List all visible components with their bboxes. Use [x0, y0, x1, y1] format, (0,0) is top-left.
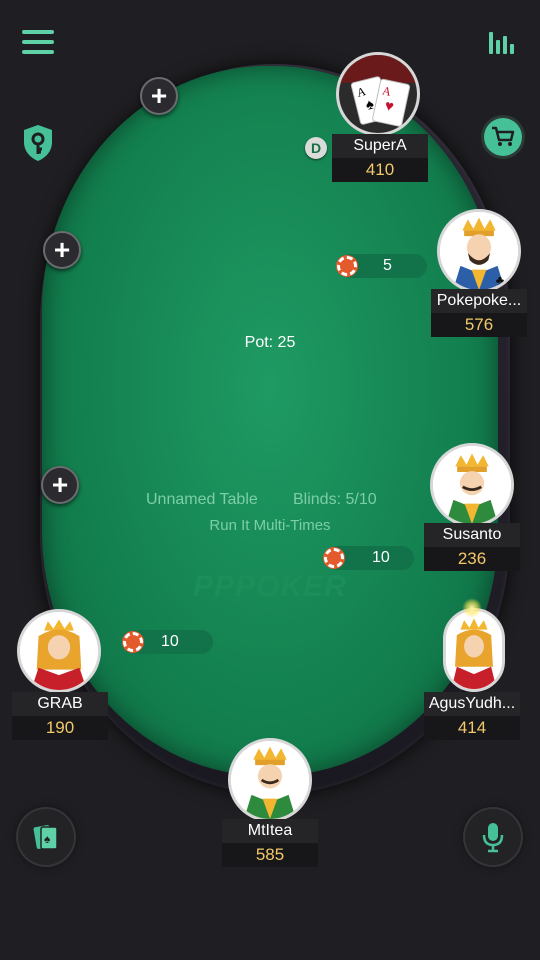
shield-key-icon[interactable]	[22, 124, 54, 162]
player-avatar: ♣	[437, 209, 521, 293]
menu-icon[interactable]	[22, 30, 54, 56]
player-name: Susanto	[424, 523, 520, 547]
player-name: MtItea	[222, 819, 318, 843]
player-avatar	[228, 738, 312, 822]
player-avatar	[430, 443, 514, 527]
player-avatar: A ♠ A ♥	[336, 52, 420, 136]
player-name: GRAB	[12, 692, 108, 716]
player-name: AgusYudh...	[424, 692, 520, 716]
bet-amount: 10	[161, 633, 179, 650]
player-bet: 5	[337, 254, 427, 278]
player-seat-susanto[interactable]	[430, 443, 514, 527]
player-seat-mtitea[interactable]	[228, 738, 312, 822]
player-seat-pokepoke[interactable]: ♣	[437, 209, 521, 293]
bet-amount: 10	[372, 549, 390, 566]
player-seat-supera[interactable]: A ♠ A ♥	[336, 52, 420, 136]
microphone-icon	[482, 823, 504, 853]
player-name: SuperA	[332, 134, 428, 158]
player-name: Pokepoke...	[431, 289, 527, 313]
cart-icon[interactable]	[484, 118, 522, 156]
player-seat-grab[interactable]	[17, 609, 101, 693]
player-avatar	[443, 608, 505, 692]
active-turn-glow	[462, 598, 482, 618]
player-bet: 10	[324, 546, 414, 570]
player-stack: 585	[222, 843, 318, 867]
stats-icon[interactable]	[489, 30, 519, 54]
cards-button[interactable]: ♠	[18, 809, 74, 865]
player-bet: 10	[123, 630, 213, 654]
player-stack: 236	[424, 547, 520, 571]
player-stack: 190	[12, 716, 108, 740]
microphone-button[interactable]	[465, 809, 521, 865]
player-stack: 576	[431, 313, 527, 337]
add-seat-button[interactable]: +	[41, 466, 79, 504]
chip-icon	[123, 632, 143, 652]
add-seat-button[interactable]: +	[43, 231, 81, 269]
player-stack: 410	[332, 158, 428, 182]
player-avatar	[17, 609, 101, 693]
player-stack: 414	[424, 716, 520, 740]
add-seat-button[interactable]: +	[140, 77, 178, 115]
bet-amount: 5	[383, 257, 392, 274]
watermark-logo: PPPOKER	[193, 570, 347, 603]
blinds-label: Blinds: 5/10	[293, 491, 377, 508]
table-felt	[42, 66, 498, 776]
cards-icon: ♠	[33, 825, 58, 850]
player-seat-agusyudh[interactable]	[443, 608, 505, 692]
dealer-button: D	[305, 137, 327, 159]
svg-text:♣: ♣	[496, 272, 505, 287]
svg-text:♠: ♠	[44, 832, 51, 846]
chip-icon	[324, 548, 344, 568]
chip-icon	[337, 256, 357, 276]
table-name: Unnamed Table	[146, 491, 258, 508]
